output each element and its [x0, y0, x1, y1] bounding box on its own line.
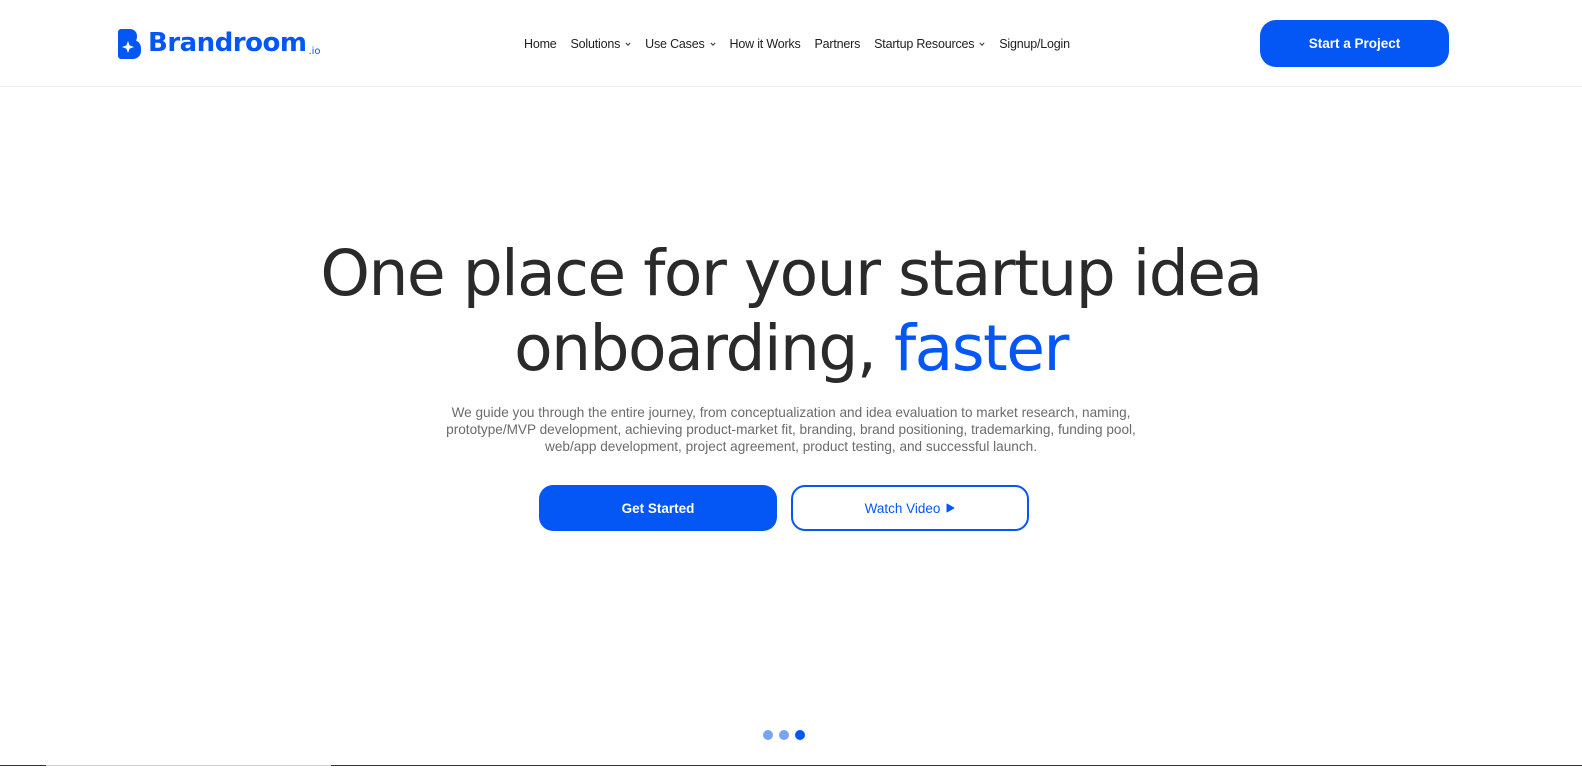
nav-item-label: Solutions: [570, 37, 621, 51]
nav-item-label: Home: [524, 37, 557, 51]
get-started-button[interactable]: Get Started: [539, 485, 777, 531]
divider: [0, 765, 46, 766]
start-project-button[interactable]: Start a Project: [1260, 20, 1449, 67]
brandroom-logo[interactable]: Brandroom .io: [118, 26, 321, 60]
main-nav: Home Solutions Use Cases How it Works Pa…: [524, 34, 1070, 54]
hero-subtitle-line2: prototype/MVP development, achieving pro…: [446, 422, 1136, 437]
nav-item-partners[interactable]: Partners: [815, 37, 861, 51]
hero-title: One place for your startup idea onboardi…: [0, 236, 1582, 386]
nav-item-startup-resources[interactable]: Startup Resources: [874, 37, 985, 51]
brandroom-logo-icon: [118, 27, 144, 60]
slider-dots: [763, 730, 805, 740]
nav-item-use-cases[interactable]: Use Cases: [645, 37, 716, 51]
nav-item-solutions[interactable]: Solutions: [571, 37, 632, 51]
nav-item-how-it-works[interactable]: How it Works: [730, 37, 801, 51]
site-header: Brandroom .io Home Solutions Use Cases H…: [0, 0, 1582, 87]
watch-video-label: Watch Video: [864, 500, 941, 516]
nav-item-label: Startup Resources: [874, 37, 975, 51]
hero-title-accent: faster: [893, 312, 1069, 385]
logo-tld: .io: [308, 46, 321, 57]
watch-video-button[interactable]: Watch Video: [791, 485, 1029, 531]
hero-subtitle: We guide you through the entire journey,…: [420, 404, 1162, 455]
divider: [331, 765, 1582, 766]
nav-item-home[interactable]: Home: [524, 37, 557, 51]
slider-dot[interactable]: [795, 730, 805, 740]
chevron-down-icon: [625, 42, 631, 46]
nav-item-label: Use Cases: [645, 37, 705, 51]
divider: [46, 765, 331, 766]
hero-subtitle-line3: web/app development, project agreement, …: [545, 439, 1037, 454]
hero-title-line1: One place for your startup idea: [320, 237, 1263, 310]
nav-item-label: How it Works: [729, 37, 801, 51]
nav-item-signup-login[interactable]: Signup/Login: [999, 37, 1070, 51]
chevron-down-icon: [709, 42, 716, 46]
logo-text: Brandroom: [148, 28, 307, 58]
hero-subtitle-line1: We guide you through the entire journey,…: [451, 405, 1131, 420]
slider-dot[interactable]: [763, 730, 773, 740]
hero-title-line2: onboarding,: [514, 312, 877, 385]
nav-item-label: Signup/Login: [999, 37, 1070, 51]
nav-item-label: Partners: [814, 37, 861, 51]
slider-dot[interactable]: [779, 730, 789, 740]
play-icon: [946, 503, 955, 513]
chevron-down-icon: [979, 42, 985, 46]
